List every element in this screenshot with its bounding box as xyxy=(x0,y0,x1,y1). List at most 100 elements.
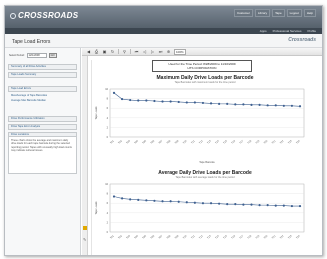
page-title: Tape Load Errors xyxy=(12,39,51,45)
first-page-icon[interactable]: ⏮ xyxy=(134,49,139,54)
report-page: Used for the Time Period: 8/28/2009 to 1… xyxy=(91,60,318,255)
chart-subtitle: Tape Barcodes with maximum loads for the… xyxy=(174,81,236,84)
logo-icon xyxy=(10,13,16,19)
sidebar-subitem-median[interactable]: Average Max Barcode Median xyxy=(11,99,46,102)
nav-link-profile[interactable]: Profile xyxy=(307,29,316,33)
top-link-customer[interactable]: Customer xyxy=(233,9,253,17)
data-point xyxy=(282,204,285,207)
x-tick-label: T02 xyxy=(118,234,124,240)
toolbar-separator xyxy=(130,49,131,54)
data-point xyxy=(274,204,277,207)
x-tick-label: T07 xyxy=(158,234,164,240)
x-tick-label: T14 xyxy=(215,139,221,145)
data-point xyxy=(242,203,245,206)
sidebar-item-tape-loads[interactable]: Tape Loads Summary xyxy=(8,72,77,78)
data-point xyxy=(250,203,253,206)
nav-link-services[interactable]: Professional Services xyxy=(273,29,302,33)
data-point xyxy=(201,202,205,205)
x-tick-label: T20 xyxy=(263,139,269,145)
data-point xyxy=(266,204,269,207)
y-tick-label: 0 xyxy=(107,136,109,139)
data-point xyxy=(226,102,229,105)
zoom-icon[interactable]: ⊕ xyxy=(166,49,171,54)
data-point xyxy=(129,98,132,102)
x-tick-label: T18 xyxy=(247,234,253,240)
data-point xyxy=(145,99,148,102)
y-tick-label: 4 xyxy=(107,212,109,215)
plot-area xyxy=(109,183,305,233)
avg-loads-chart: Average Daily Drive Loads per Barcode Ta… xyxy=(92,170,318,255)
x-tick-label: T03 xyxy=(126,139,132,145)
x-tick-label: T10 xyxy=(182,139,188,145)
data-point xyxy=(169,100,172,103)
sidebar-item-error-analysis[interactable]: Drive Tape Error Analysis xyxy=(8,124,77,130)
x-tick-label: T11 xyxy=(191,234,196,239)
sidebar-item-performance[interactable]: Drive Performance Utilization xyxy=(8,116,77,122)
data-point xyxy=(145,199,148,202)
toolbar-separator xyxy=(118,49,119,54)
data-point xyxy=(193,201,196,204)
report-viewer: ◀ ⎙ ▣ ↻ ⚲ ⏮ ◁ ▷ ⏭ ⊕ 100% ✎ Used for the Time Perio… xyxy=(82,48,322,255)
back-icon[interactable]: ◀ xyxy=(86,49,91,54)
find-icon[interactable]: ⚲ xyxy=(122,49,127,54)
browser-window: CROSSROADS Customer Library Tape Logout … xyxy=(4,5,323,256)
nav-link-apps[interactable]: Apps xyxy=(260,29,267,33)
period-label: Select Period: xyxy=(9,54,25,57)
data-point xyxy=(226,203,229,206)
x-tick-label: T01 xyxy=(110,234,116,240)
period-filter: Select Period: 12/1/2008 GO xyxy=(9,53,57,58)
tools-icon[interactable]: ✎ xyxy=(83,238,86,242)
data-point xyxy=(177,100,180,104)
max-loads-plot: 0 2 4 6 8 10 T01 T02 T03 T04 T05 T06 T07 T08 T09 T10 T11… xyxy=(95,88,305,164)
prev-page-icon[interactable]: ◁ xyxy=(142,49,147,54)
x-tick-label: T21 xyxy=(271,234,277,240)
data-point xyxy=(169,200,172,203)
go-button[interactable]: GO xyxy=(48,53,57,58)
x-tick-label: T17 xyxy=(239,234,245,240)
y-axis-label: Tape Loads xyxy=(95,201,98,215)
data-point xyxy=(201,101,205,105)
data-point xyxy=(161,200,164,203)
period-select[interactable]: 12/1/2008 xyxy=(26,53,47,58)
x-tick-label: T15 xyxy=(223,139,229,145)
x-tick-label: T10 xyxy=(182,234,188,240)
y-axis-label: Tape Loads xyxy=(95,106,98,120)
y-tick-label: 6 xyxy=(107,202,109,205)
top-link-logout[interactable]: Logout xyxy=(286,9,302,17)
x-tick-label: T09 xyxy=(174,234,180,240)
app-logo[interactable]: CROSSROADS xyxy=(18,11,78,20)
y-tick-label: 8 xyxy=(107,193,109,196)
data-point xyxy=(274,104,277,107)
top-link-tape[interactable]: Tape xyxy=(272,9,285,17)
plot-area xyxy=(109,88,305,138)
data-point xyxy=(120,197,124,200)
x-tick-label: T05 xyxy=(142,234,148,240)
sidebar-item-summary[interactable]: Summary of all Drive Activities xyxy=(8,64,77,70)
report-company: HTS CORPORATION xyxy=(187,66,217,70)
max-loads-chart: Maximum Daily Drive Loads per Barcode Ta… xyxy=(92,75,318,167)
page-header: Tape Load Errors Crossroads xyxy=(5,34,322,48)
data-point xyxy=(218,102,221,105)
data-point xyxy=(137,99,140,102)
top-banner: CROSSROADS Customer Library Tape Logout … xyxy=(5,6,322,28)
sidebar-subitem-max-average[interactable]: Max/Average of Tape Barcodes xyxy=(11,94,47,97)
top-link-help[interactable]: Help xyxy=(303,9,316,17)
refresh-icon[interactable]: ↻ xyxy=(110,49,115,54)
zoom-select[interactable]: 100% xyxy=(174,48,186,55)
x-tick-label: T23 xyxy=(287,139,293,145)
data-point xyxy=(120,97,124,101)
top-link-library[interactable]: Library xyxy=(254,9,271,17)
last-page-icon[interactable]: ⏭ xyxy=(158,49,163,54)
data-point xyxy=(290,104,294,107)
sidebar-item-tape-load-errors[interactable]: Tape Load Errors xyxy=(8,86,77,92)
y-tick-label: 0 xyxy=(107,231,109,234)
data-point xyxy=(258,103,261,106)
next-page-icon[interactable]: ▷ xyxy=(150,49,155,54)
folder-icon[interactable] xyxy=(83,226,87,230)
data-point xyxy=(112,195,116,198)
x-axis-label: Tape Barcode xyxy=(199,161,215,164)
save-icon[interactable]: ▣ xyxy=(102,49,107,54)
data-point xyxy=(218,202,221,205)
print-icon[interactable]: ⎙ xyxy=(94,49,99,54)
data-point xyxy=(234,103,237,106)
